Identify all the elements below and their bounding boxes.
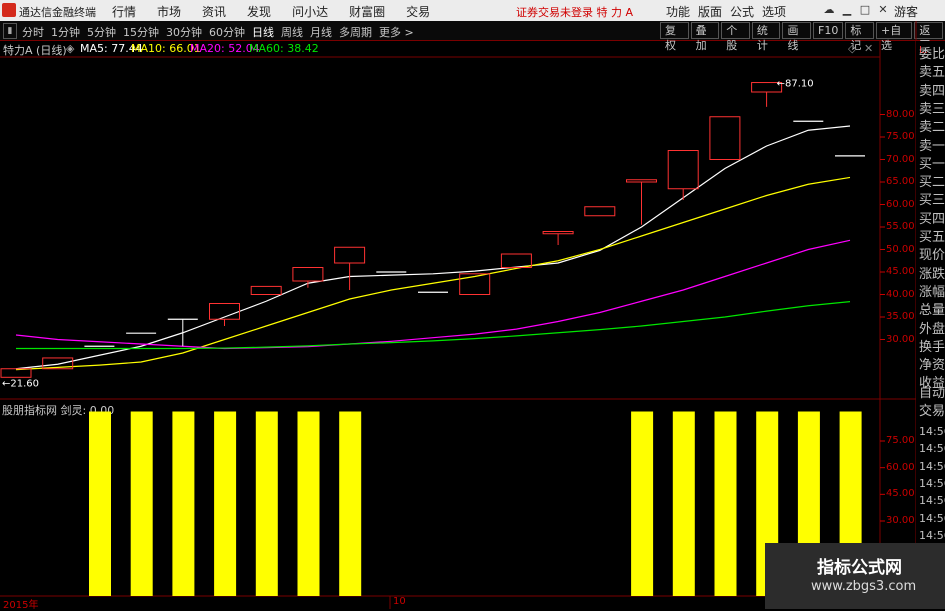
quote-label: 外盘 xyxy=(919,321,945,337)
price-tick-label: 80.00 xyxy=(886,108,915,120)
quote-label: 买一 xyxy=(919,156,945,172)
price-tick-label: 50.00 xyxy=(886,243,915,255)
high-price-label: ←87.10 xyxy=(777,79,814,90)
price-tick-label: 70.00 xyxy=(886,153,915,165)
trade-time: 14:56 xyxy=(919,494,945,508)
candle-body xyxy=(334,246,366,264)
trade-time: 14:56 xyxy=(919,459,945,473)
panel-tab[interactable]: 自动 xyxy=(919,386,945,402)
quote-label: 涨跌 xyxy=(919,266,945,282)
watermark-title: 指标公式网 xyxy=(817,558,902,578)
sub-tick-label: 30.00 xyxy=(886,515,915,526)
sub-tick-label: 45.00 xyxy=(886,488,915,500)
quote-label: 总量 xyxy=(919,303,945,319)
quote-label: 买二 xyxy=(919,175,945,191)
sub-tick-label: 60.00 xyxy=(886,461,915,473)
quote-label: 卖五 xyxy=(919,65,945,81)
sub-tick-label: 75.00 xyxy=(886,435,915,446)
price-tick-label: 30.00 xyxy=(886,333,915,345)
trade-time: 14:56 xyxy=(919,528,945,542)
series-line-ma5 xyxy=(15,125,851,370)
quote-label: 买四 xyxy=(919,211,945,227)
quote-label: 买五 xyxy=(919,230,945,245)
kline-chart[interactable]: ←87.10 ←21.60 xyxy=(0,0,945,609)
panel-tab[interactable]: 交易 xyxy=(919,404,945,420)
candle-body xyxy=(250,285,282,295)
quote-label: 卖一 xyxy=(919,138,945,154)
quote-label: 卖二 xyxy=(919,120,945,136)
candle-body xyxy=(292,267,324,282)
price-tick-label: 65.00 xyxy=(886,176,915,187)
quote-label: 换手 xyxy=(919,339,945,355)
quote-label: 卖三 xyxy=(919,101,945,117)
indicator-bar xyxy=(339,411,362,596)
low-price-label: ←21.60 xyxy=(2,378,39,389)
indicator-bar xyxy=(714,411,737,596)
price-tick-label: 55.00 xyxy=(886,221,915,232)
indicator-bar xyxy=(631,411,654,596)
price-tick-label: 35.00 xyxy=(886,311,915,322)
indicator-bar xyxy=(297,411,320,596)
series-line-ma60 xyxy=(16,301,851,350)
quote-panel: L. 委比 卖五 卖四 卖三 卖二 卖一 买一 买二 买三 买四 买五 现价 涨跌 涨幅 总量 外盘 换手 净资 收益… xyxy=(916,41,945,609)
quote-label: 卖四 xyxy=(919,83,945,99)
indicator-bar xyxy=(214,411,237,596)
trade-time: 14:56 xyxy=(919,442,945,456)
candle-body xyxy=(542,231,574,235)
candle-body xyxy=(0,368,32,378)
series-line-ma20 xyxy=(15,239,851,350)
price-tick-label: 45.00 xyxy=(886,266,915,277)
quote-label: 买三 xyxy=(919,193,945,209)
quote-label: 涨幅 xyxy=(919,284,945,300)
indicator-bar xyxy=(89,411,111,596)
candle-body xyxy=(667,150,699,190)
watermark-url: www.zbgs3.com xyxy=(811,579,917,594)
watermark: 指标公式网 www.zbgs3.com xyxy=(765,543,945,609)
indicator-bar xyxy=(672,411,695,596)
trade-time: 14:56 xyxy=(919,511,945,525)
trade-time: 14:56 xyxy=(919,425,945,438)
indicator-bar xyxy=(255,411,278,596)
trade-time: 14:56 xyxy=(919,476,945,490)
indicator-bar xyxy=(172,411,195,596)
candle-body xyxy=(626,179,657,183)
candle-body xyxy=(709,116,741,160)
date-label-month: 10 xyxy=(393,596,406,607)
quote-label: 净资 xyxy=(919,358,945,374)
quote-label: 委比 xyxy=(919,47,945,62)
candle-body xyxy=(584,206,616,217)
price-tick-label: 75.00 xyxy=(886,131,915,142)
indicator-bar xyxy=(130,411,153,596)
quote-label: 现价 xyxy=(919,248,945,264)
price-tick-label: 40.00 xyxy=(886,288,915,300)
price-tick-label: 60.00 xyxy=(886,198,915,210)
